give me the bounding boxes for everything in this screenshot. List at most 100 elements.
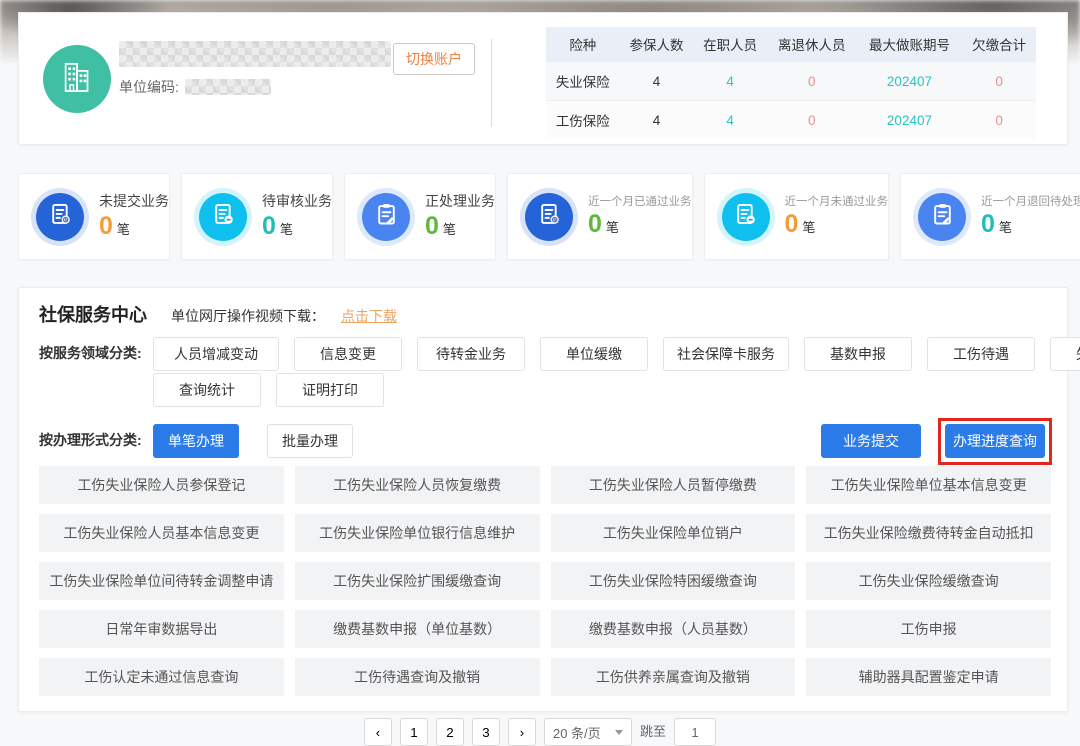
stat-card-value: 0 xyxy=(588,210,602,238)
icon-badge xyxy=(918,193,966,241)
business-item-button[interactable]: 工伤待遇查询及撤销 xyxy=(295,658,540,696)
business-item-button[interactable]: 工伤供养亲属查询及撤销 xyxy=(551,658,796,696)
business-item-button[interactable]: 辅助器具配置鉴定申请 xyxy=(806,658,1051,696)
table-cell: 0 xyxy=(962,101,1036,140)
business-item-button[interactable]: 工伤失业保险单位基本信息变更 xyxy=(806,466,1051,504)
stat-card-label: 未提交业务 xyxy=(99,191,169,211)
pagination-next-button[interactable]: › xyxy=(508,718,536,746)
table-cell: 0 xyxy=(962,62,1036,101)
field-buttons-row2: 查询统计证明打印 xyxy=(153,373,384,407)
clipboard-edit-icon xyxy=(373,201,400,233)
table-cell: 202407 xyxy=(857,62,963,101)
business-item-button[interactable]: 工伤申报 xyxy=(806,610,1051,648)
insurance-table-body: 失业保险4402024070工伤保险4402024070 xyxy=(546,62,1036,140)
business-item-button[interactable]: 工伤失业保险缓缴查询 xyxy=(806,562,1051,600)
stat-card-value: 0 xyxy=(785,210,799,238)
field-category-button[interactable]: 单位缓缴 xyxy=(540,337,648,371)
stat-card-value: 0 xyxy=(262,212,276,240)
stat-card-unit: 笔 xyxy=(280,222,293,237)
stat-card-value-row: 0笔 xyxy=(262,213,332,243)
stat-card-unit: 笔 xyxy=(802,220,815,235)
service-center-card: 社保服务中心 单位网厅操作视频下载： 点击下载 按服务领域分类: 人员增减变动信… xyxy=(18,287,1068,712)
business-item-button[interactable]: 日常年审数据导出 xyxy=(39,610,284,648)
field-category-button[interactable]: 待转金业务 xyxy=(417,337,525,371)
business-item-button[interactable]: 缴费基数申报（单位基数） xyxy=(295,610,540,648)
form-type-button[interactable]: 批量办理 xyxy=(267,424,353,458)
table-column-header: 在职人员 xyxy=(693,27,767,62)
stat-card-text: 未提交业务0笔 xyxy=(99,191,169,243)
business-item-button[interactable]: 工伤失业保险扩围缓缴查询 xyxy=(295,562,540,600)
download-link[interactable]: 点击下载 xyxy=(341,306,397,326)
business-item-button[interactable]: 工伤失业保险单位银行信息维护 xyxy=(295,514,540,552)
table-cell: 4 xyxy=(620,101,694,140)
stat-card-text: 近一个月退回待处理0笔 xyxy=(981,193,1080,241)
table-cell: 202407 xyxy=(857,101,963,140)
company-avatar xyxy=(43,45,111,113)
stat-card-label: 近一个月已通过业务 xyxy=(588,193,692,209)
field-category-button[interactable]: 工伤待遇 xyxy=(927,337,1035,371)
business-item-button[interactable]: 工伤失业保险单位销户 xyxy=(551,514,796,552)
stat-card-value: 0 xyxy=(425,212,439,240)
jump-to-page-input[interactable] xyxy=(674,718,716,746)
document-clock-icon xyxy=(47,201,74,233)
building-icon xyxy=(56,56,98,103)
action-button[interactable]: 业务提交 xyxy=(821,424,921,458)
document-clock-ring xyxy=(520,188,578,246)
icon-badge xyxy=(722,193,770,241)
pagination-page-button[interactable]: 1 xyxy=(400,718,428,746)
document-minus-icon xyxy=(732,201,759,233)
business-item-button[interactable]: 缴费基数申报（人员基数） xyxy=(551,610,796,648)
pagination-prev-button[interactable]: ‹ xyxy=(364,718,392,746)
form-type-button-active[interactable]: 单笔办理 xyxy=(153,424,239,458)
icon-badge xyxy=(362,193,410,241)
stat-card-value-row: 0笔 xyxy=(785,211,889,241)
field-buttons-row1: 人员增减变动信息变更待转金业务单位缓缴社会保障卡服务基数申报工伤待遇失业待遇 xyxy=(153,337,1080,371)
business-item-button[interactable]: 工伤失业保险特困缓缴查询 xyxy=(551,562,796,600)
stat-card-text: 近一个月已通过业务 0笔 xyxy=(588,193,692,241)
pagination-page-button[interactable]: 2 xyxy=(436,718,464,746)
clipboard-edit-ring xyxy=(913,188,971,246)
business-item-button[interactable]: 工伤失业保险缴费待转金自动抵扣 xyxy=(806,514,1051,552)
stat-card: 近一个月退回待处理0笔 xyxy=(900,173,1080,260)
field-category-button[interactable]: 证明打印 xyxy=(276,373,384,407)
page-size-select[interactable]: 20 条/页 xyxy=(544,718,632,746)
action-button[interactable]: 办理进度查询 xyxy=(945,424,1045,458)
table-column-header: 离退休人员 xyxy=(767,27,857,62)
clipboard-edit-ring xyxy=(357,188,415,246)
business-item-button[interactable]: 工伤失业保险人员参保登记 xyxy=(39,466,284,504)
icon-badge xyxy=(199,193,247,241)
field-category-button[interactable]: 失业待遇 xyxy=(1050,337,1080,371)
business-item-button[interactable]: 工伤认定未通过信息查询 xyxy=(39,658,284,696)
company-name-redacted xyxy=(119,41,391,67)
table-column-header: 最大做账期号 xyxy=(857,27,963,62)
document-minus-ring xyxy=(717,188,775,246)
business-item-button[interactable]: 工伤失业保险人员暂停缴费 xyxy=(551,466,796,504)
business-item-button[interactable]: 工伤失业保险单位间待转金调整申请 xyxy=(39,562,284,600)
field-category-button[interactable]: 人员增减变动 xyxy=(153,337,279,371)
field-category-button[interactable]: 社会保障卡服务 xyxy=(663,337,789,371)
business-items-grid: 工伤失业保险人员参保登记工伤失业保险人员恢复缴费工伤失业保险人员暂停缴费工伤失业… xyxy=(39,466,1051,696)
table-cell: 4 xyxy=(693,62,767,101)
business-item-button[interactable]: 工伤失业保险人员基本信息变更 xyxy=(39,514,284,552)
field-category-button[interactable]: 查询统计 xyxy=(153,373,261,407)
stat-card: 近一个月已通过业务 0笔 xyxy=(507,173,693,260)
stat-card-value-row: 0笔 xyxy=(588,211,692,241)
stat-card: 正处理业务0笔 xyxy=(344,173,496,260)
field-category-button[interactable]: 基数申报 xyxy=(804,337,912,371)
business-item-button[interactable]: 工伤失业保险人员恢复缴费 xyxy=(295,466,540,504)
table-cell: 失业保险 xyxy=(546,62,620,101)
icon-badge xyxy=(525,193,573,241)
document-clock-icon xyxy=(536,201,563,233)
form-buttons-row: 单笔办理批量办理 xyxy=(153,424,353,458)
pagination-page-button[interactable]: 3 xyxy=(472,718,500,746)
action-button-wrap: 业务提交 xyxy=(821,424,921,458)
stat-card: 未提交业务0笔 xyxy=(18,173,170,260)
switch-account-button[interactable]: 切换账户 xyxy=(393,43,475,75)
table-cell: 工伤保险 xyxy=(546,101,620,140)
table-cell: 0 xyxy=(767,62,857,101)
document-clock-ring xyxy=(31,188,89,246)
form-filter-label: 按办理形式分类: xyxy=(39,430,142,450)
table-column-header: 欠缴合计 xyxy=(962,27,1036,62)
icon-badge xyxy=(36,193,84,241)
field-category-button[interactable]: 信息变更 xyxy=(294,337,402,371)
